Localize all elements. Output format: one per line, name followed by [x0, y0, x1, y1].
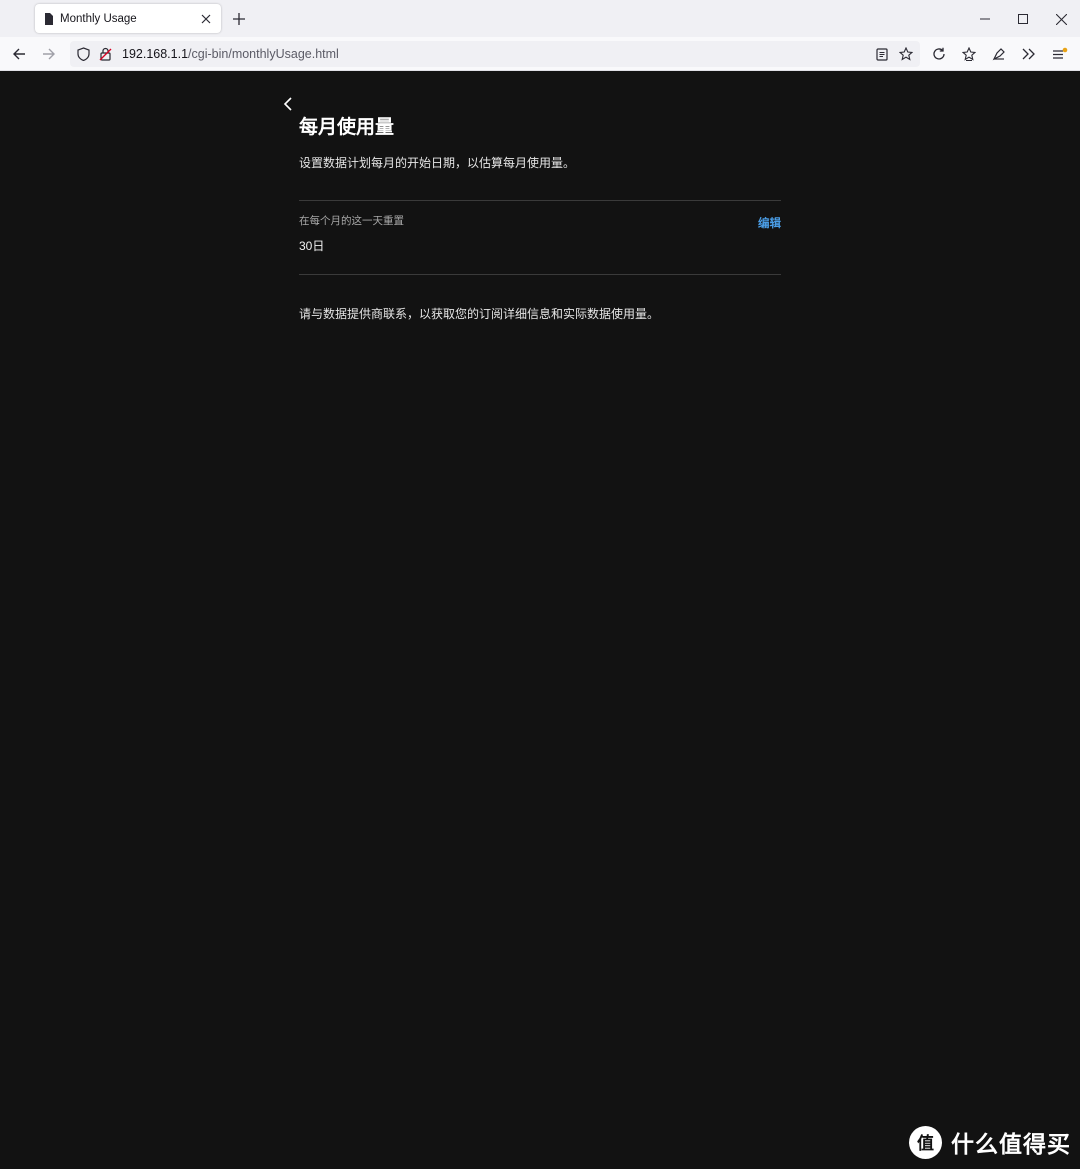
- reader-view-icon[interactable]: [874, 46, 890, 62]
- overflow-icon[interactable]: [1018, 43, 1040, 65]
- back-chevron-icon[interactable]: [279, 94, 297, 114]
- reset-day-label: 在每个月的这一天重置: [299, 215, 404, 227]
- url-bar[interactable]: 192.168.1.1/cgi-bin/monthlyUsage.html: [70, 41, 920, 67]
- forward-arrow-icon[interactable]: [38, 43, 60, 65]
- tab-title: Monthly Usage: [60, 12, 137, 25]
- bookmarks-icon[interactable]: [958, 43, 980, 65]
- browser-navbar: 192.168.1.1/cgi-bin/monthlyUsage.html: [0, 37, 1080, 71]
- page-icon: [45, 12, 53, 25]
- watermark-text: 什么值得买: [951, 1131, 1071, 1157]
- shield-icon[interactable]: [75, 46, 91, 62]
- extensions-icon[interactable]: [988, 43, 1010, 65]
- url-text[interactable]: 192.168.1.1/cgi-bin/monthlyUsage.html: [122, 46, 339, 62]
- page-title: 每月使用量: [299, 117, 395, 138]
- maximize-icon[interactable]: [1013, 9, 1033, 29]
- watermark-logo: 值: [909, 1125, 942, 1159]
- minimize-icon[interactable]: [975, 9, 995, 29]
- tab-monthly-usage[interactable]: Monthly Usage: [35, 4, 221, 33]
- browser-titlebar: Monthly Usage: [0, 0, 1080, 37]
- bookmark-star-icon[interactable]: [898, 46, 914, 62]
- svg-text:值: 值: [917, 1133, 934, 1154]
- reload-icon[interactable]: [928, 43, 950, 65]
- divider: [299, 274, 781, 275]
- back-arrow-icon[interactable]: [8, 43, 30, 65]
- watermark: 值 什么值得买: [909, 1124, 1071, 1160]
- page-description: 设置数据计划每月的开始日期，以估算每月使用量。: [299, 156, 576, 170]
- new-tab-icon[interactable]: [230, 10, 248, 28]
- url-path: /cgi-bin/monthlyUsage.html: [188, 47, 339, 61]
- url-host: 192.168.1.1: [122, 47, 189, 61]
- provider-note: 请与数据提供商联系，以获取您的订阅详细信息和实际数据使用量。: [299, 307, 660, 321]
- edit-button[interactable]: 编辑: [758, 216, 781, 232]
- divider: [299, 200, 781, 201]
- insecure-lock-icon[interactable]: [97, 46, 113, 62]
- page-content: 每月使用量 设置数据计划每月的开始日期，以估算每月使用量。 在每个月的这一天重置…: [0, 72, 1080, 1169]
- menu-icon[interactable]: [1049, 43, 1071, 65]
- close-window-icon[interactable]: [1051, 9, 1071, 29]
- reset-day-value: 30日: [299, 239, 325, 253]
- close-tab-icon[interactable]: [197, 10, 215, 28]
